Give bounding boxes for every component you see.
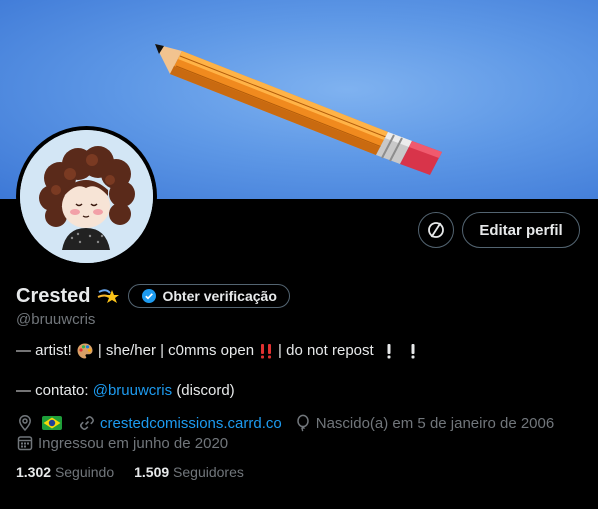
exclamation-icon — [411, 344, 415, 359]
calendar-icon — [17, 436, 33, 451]
avatar-illustration — [20, 130, 153, 263]
joined-date: Ingressou em junho de 2020 — [38, 434, 229, 452]
followers-count: 1.509 — [134, 464, 170, 480]
profile-name: Crested — [16, 284, 91, 307]
profile-handle: @bruuwcris — [16, 311, 96, 328]
bio-contact-suffix: (discord) — [176, 382, 235, 399]
bio-text-1: — artist! — [16, 342, 72, 359]
mention-link[interactable]: @bruuwcris — [93, 381, 172, 401]
followers-label: Seguidores — [173, 464, 244, 480]
birth-date: Nascido(a) em 5 de janeiro de 2006 — [315, 414, 555, 432]
edit-profile-button[interactable]: Editar perfil — [462, 212, 580, 248]
get-verified-label: Obter verificação — [162, 288, 277, 304]
exclamation-icon — [387, 344, 391, 359]
followers-link[interactable]: 1.509 Seguidores — [134, 464, 244, 480]
get-verified-button[interactable]: Obter verificação — [128, 284, 290, 308]
bio-text-2: | she/her | c0mms open — [97, 342, 255, 359]
bio-contact-label: — contato: — [16, 382, 89, 399]
following-count: 1.302 — [16, 464, 52, 480]
website-link[interactable]: crestedcomissions.carrd.co — [100, 415, 282, 432]
bio-text-3: | do not repost — [278, 342, 374, 359]
shooting-star-icon — [98, 289, 120, 303]
avatar[interactable] — [16, 126, 157, 267]
pencil-illustration — [155, 44, 442, 175]
no-signal-button[interactable] — [418, 212, 454, 248]
palette-icon — [77, 343, 93, 359]
profile-bio: — artist! | she/her | c0mms open | do no… — [16, 341, 424, 401]
following-label: Seguindo — [54, 464, 115, 480]
verified-badge-icon — [142, 289, 157, 303]
link-icon — [80, 416, 94, 430]
double-exclamation-icon — [261, 344, 272, 359]
balloon-icon — [296, 414, 309, 432]
no-signal-icon — [428, 222, 444, 238]
following-link[interactable]: 1.302 Seguindo — [16, 464, 114, 480]
location-icon — [19, 415, 31, 432]
brazil-flag-icon — [42, 416, 62, 430]
